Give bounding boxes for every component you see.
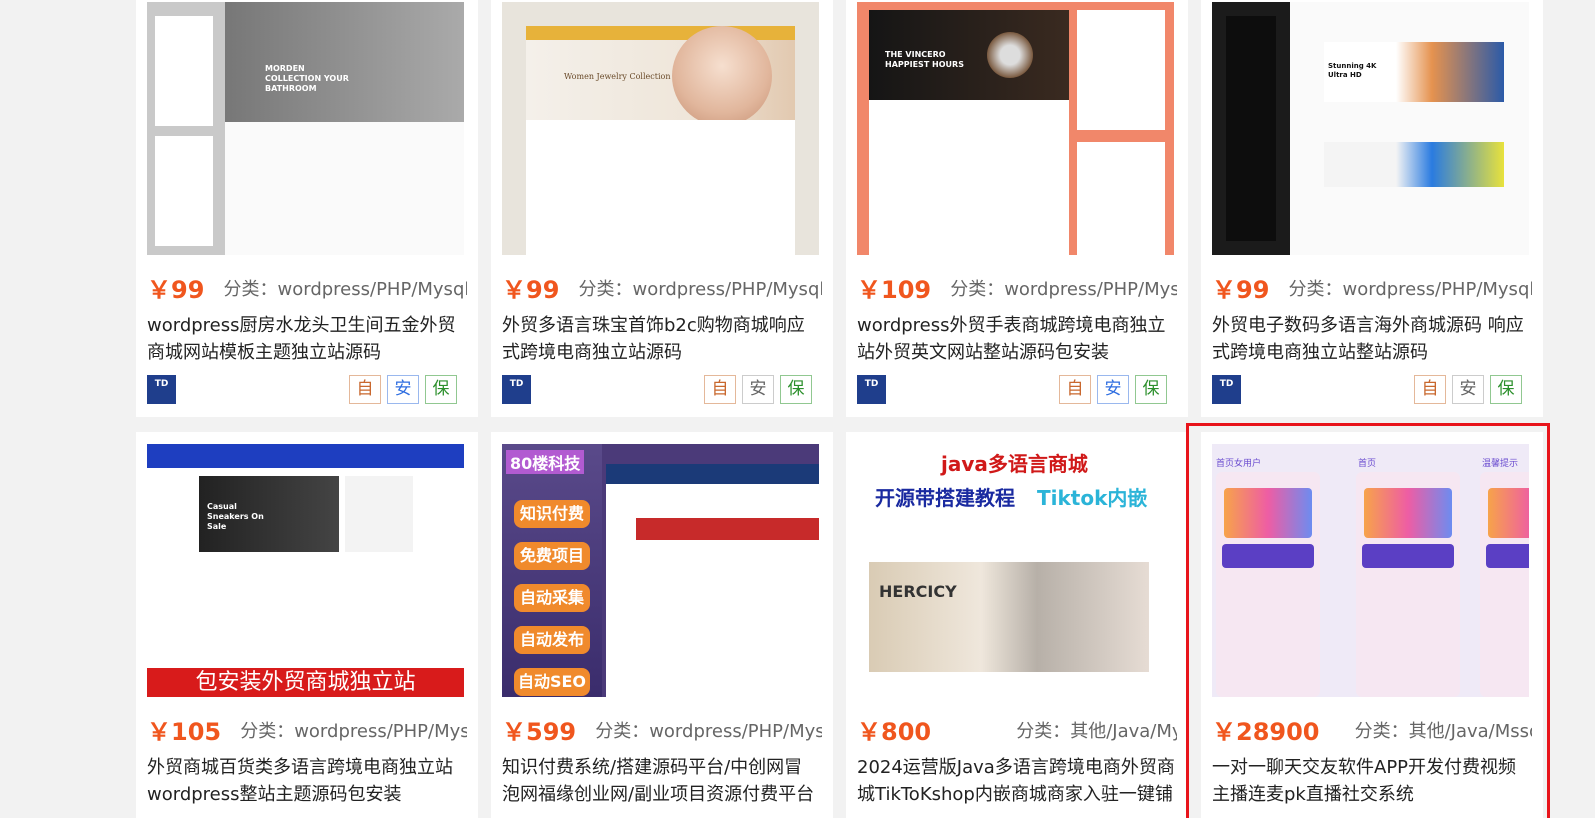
product-card[interactable]: 80楼科技 知识付费 免费项目 自动采集 自动发布 自动SEO ￥599 分类：… xyxy=(491,432,833,818)
product-thumbnail[interactable]: MORDEN COLLECTION YOUR BATHROOM xyxy=(147,2,464,255)
product-price: ￥99 xyxy=(147,276,205,300)
product-thumbnail[interactable]: Women Jewelry Collection xyxy=(502,2,819,255)
install-tag: 安 xyxy=(1097,375,1129,404)
product-card[interactable]: MORDEN COLLECTION YOUR BATHROOM ￥99 分类：w… xyxy=(136,0,478,417)
product-title[interactable]: 一对一聊天交友软件APP开发付费视频主播连麦pk直播社交系统 xyxy=(1212,754,1530,808)
guarantee-tag: 保 xyxy=(425,375,457,404)
thumbnail-pill: 知识付费 xyxy=(514,500,590,528)
product-card[interactable]: Casual Sneakers On Sale 包安装外贸商城独立站 ￥105 … xyxy=(136,432,478,818)
thumbnail-subline: Tiktok内嵌 xyxy=(1037,486,1148,510)
product-category: 分类：wordpress/PHP/Mysql xyxy=(950,278,1177,300)
product-title[interactable]: 知识付费系统/搭建源码平台/中创网冒泡网福缘创业网/副业项目资源付费平台系 xyxy=(502,754,820,808)
self-operated-tag: 自 xyxy=(349,375,381,404)
product-title[interactable]: 外贸商城百货类多语言跨境电商独立站wordpress整站主题源码包安装 xyxy=(147,754,465,808)
product-category: 分类：其他/Java/Mssql xyxy=(1354,720,1532,742)
thumbnail-label: 首页女用户 xyxy=(1216,459,1262,469)
product-title[interactable]: 外贸多语言珠宝首饰b2c购物商城响应式跨境电商独立站源码 xyxy=(502,312,820,366)
product-price: ￥28900 xyxy=(1212,718,1320,742)
product-card[interactable]: Women Jewelry Collection ￥99 分类：wordpres… xyxy=(491,0,833,417)
product-price: ￥105 xyxy=(147,718,222,742)
self-operated-tag: 自 xyxy=(704,375,736,404)
thumbnail-headline: java多语言商城 xyxy=(941,452,1088,476)
product-card[interactable]: 首页女用户 首页 温馨提示 ￥28900 分类：其他/Java/Mssql 一对… xyxy=(1201,432,1543,818)
product-thumbnail[interactable]: 80楼科技 知识付费 免费项目 自动采集 自动发布 自动SEO xyxy=(502,444,819,697)
seller-logo[interactable]: TD xyxy=(147,375,176,404)
product-thumbnail[interactable]: java多语言商城 开源带搭建教程 Tiktok内嵌 HERCICY xyxy=(857,444,1174,697)
thumbnail-brand: 80楼科技 xyxy=(506,450,585,474)
product-thumbnail[interactable]: Casual Sneakers On Sale 包安装外贸商城独立站 xyxy=(147,444,464,697)
install-tag: 安 xyxy=(387,375,419,404)
install-tag: 安 xyxy=(1452,375,1484,404)
product-title[interactable]: 外贸电子数码多语言海外商城源码 响应式跨境电商独立站整站源码 xyxy=(1212,312,1530,366)
thumbnail-label: 温馨提示 xyxy=(1482,459,1519,469)
thumbnail-caption: THE VINCERO HAPPIEST HOURS xyxy=(885,50,964,69)
thumbnail-caption: MORDEN COLLECTION YOUR BATHROOM xyxy=(265,64,349,93)
thumbnail-brand: HERCICY xyxy=(879,582,957,601)
product-title[interactable]: wordpress厨房水龙头卫生间五金外贸商城网站模板主题独立站源码 xyxy=(147,312,465,366)
thumbnail-pill: 自动SEO xyxy=(514,668,590,696)
thumbnail-caption: Casual Sneakers On Sale xyxy=(207,502,264,531)
thumbnail-caption: Women Jewelry Collection xyxy=(564,72,671,81)
product-title[interactable]: 2024运营版Java多语言跨境电商外贸商城TikToKshop内嵌商城商家入驻… xyxy=(857,754,1175,808)
product-thumbnail[interactable]: Stunning 4K Ultra HD xyxy=(1212,2,1529,255)
product-category: 分类：wordpress/PHP/Mysql xyxy=(240,720,467,742)
seller-logo[interactable]: TD xyxy=(502,375,531,404)
guarantee-tag: 保 xyxy=(1490,375,1522,404)
product-category: 分类：wordpress/PHP/Mysql xyxy=(578,278,823,300)
product-category: 分类：wordpress/PHP/Mysql xyxy=(595,720,822,742)
thumbnail-caption: Stunning 4K Ultra HD xyxy=(1328,62,1377,79)
product-price: ￥599 xyxy=(502,718,577,742)
product-price: ￥109 xyxy=(857,276,932,300)
guarantee-tag: 保 xyxy=(780,375,812,404)
product-card[interactable]: java多语言商城 开源带搭建教程 Tiktok内嵌 HERCICY ￥800 … xyxy=(846,432,1188,818)
product-price: ￥800 xyxy=(857,718,932,742)
product-thumbnail[interactable]: 首页女用户 首页 温馨提示 xyxy=(1212,444,1529,697)
product-price: ￥99 xyxy=(1212,276,1270,300)
thumbnail-banner: 包安装外贸商城独立站 xyxy=(147,668,464,697)
product-card[interactable]: Stunning 4K Ultra HD ￥99 分类：wordpress/PH… xyxy=(1201,0,1543,417)
product-category: 分类：其他/Java/Mysql xyxy=(1016,720,1177,742)
self-operated-tag: 自 xyxy=(1414,375,1446,404)
self-operated-tag: 自 xyxy=(1059,375,1091,404)
guarantee-tag: 保 xyxy=(1135,375,1167,404)
product-title[interactable]: wordpress外贸手表商城跨境电商独立站外贸英文网站整站源码包安装 xyxy=(857,312,1175,366)
product-thumbnail[interactable]: THE VINCERO HAPPIEST HOURS xyxy=(857,2,1174,255)
product-price: ￥99 xyxy=(502,276,560,300)
product-category: 分类：wordpress/PHP/Mysql xyxy=(223,278,468,300)
seller-logo[interactable]: TD xyxy=(1212,375,1241,404)
thumbnail-pill: 自动发布 xyxy=(514,626,590,654)
install-tag: 安 xyxy=(742,375,774,404)
thumbnail-pill: 自动采集 xyxy=(514,584,590,612)
product-card[interactable]: THE VINCERO HAPPIEST HOURS ￥109 分类：wordp… xyxy=(846,0,1188,417)
thumbnail-label: 首页 xyxy=(1358,459,1377,469)
seller-logo[interactable]: TD xyxy=(857,375,886,404)
thumbnail-pill: 免费项目 xyxy=(514,542,590,570)
product-category: 分类：wordpress/PHP/Mysql xyxy=(1288,278,1533,300)
thumbnail-subline: 开源带搭建教程 xyxy=(875,486,1015,510)
